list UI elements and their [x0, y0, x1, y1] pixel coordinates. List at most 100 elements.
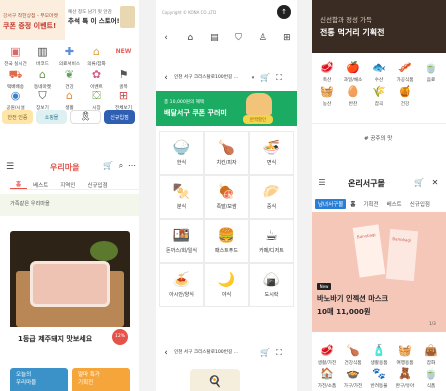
grid-item[interactable]: 🧺 여행용품	[392, 343, 418, 366]
category-chinese[interactable]: 🥟 중식	[249, 175, 294, 219]
location-dropdown-icon[interactable]: ▾	[250, 74, 256, 82]
banner-new-store[interactable]: 신규입점	[104, 110, 135, 124]
grid-item[interactable]: 🍵 식품	[418, 366, 444, 389]
bag-icon[interactable]: ⛶	[274, 347, 284, 358]
grid-item[interactable]: ⌂ 동네마켓	[29, 67, 56, 90]
tab-new[interactable]: 신규입점	[406, 200, 434, 208]
promo-card[interactable]: 예산 정도 남기 맛 안감 추석 특 이 스토어!	[66, 0, 139, 40]
bag-icon[interactable]: ⛶	[274, 72, 284, 83]
category-snack[interactable]: 🍢 분식	[159, 175, 204, 219]
promo-card-line2: 추석 특 이 스토어!	[68, 17, 120, 25]
grid-item[interactable]: 🍵 음료	[418, 60, 444, 83]
divider	[312, 123, 446, 124]
grid-item[interactable]: ⌂ 생활	[56, 88, 83, 111]
grid-item[interactable]: ⌂ 의류/잡화	[83, 44, 110, 67]
grid-item[interactable]: 🐟 수산	[366, 60, 392, 83]
grid-item[interactable]: ⛉ 장보기	[29, 88, 56, 111]
tab-event[interactable]: 기획전	[359, 200, 382, 208]
grid-item[interactable]: 🍎 과일/채소	[340, 60, 366, 83]
grid-item[interactable]: NEW	[110, 44, 137, 67]
banner-ribbon[interactable]: 🎗	[70, 110, 101, 124]
back-icon[interactable]: ‹	[162, 348, 170, 358]
grid-item[interactable]: ⛋ 시장	[83, 88, 110, 111]
grid-item[interactable]: 🐾 반려동물	[366, 366, 392, 389]
hero-banner[interactable]: 신선함과 정성 가득 전통 먹거리 기획전	[312, 0, 446, 53]
menu-icon[interactable]: ☰	[317, 178, 327, 188]
more-icon[interactable]: ⋯	[127, 161, 137, 171]
grid-item[interactable]: ❦ 건강	[56, 67, 83, 90]
category-noodle[interactable]: 🍜 면식	[249, 131, 294, 175]
back-icon[interactable]: ‹	[160, 32, 172, 44]
category-pork[interactable]: 🍖 족발/보쌈	[204, 175, 249, 219]
grid-item[interactable]: 🥓 가공식품	[392, 60, 418, 83]
coupon-banner[interactable]: 총 10,000원의 혜택 배달서구 쿠폰 꾸러미 반짝할인	[156, 91, 297, 126]
grid-item[interactable]: 🍲 가구/가전	[340, 366, 366, 389]
tab-local[interactable]: 지역인	[54, 181, 81, 189]
cart-icon[interactable]: 🛒	[260, 347, 270, 358]
scroll-top-icon[interactable]: ↑	[277, 5, 291, 19]
grid-item[interactable]: ⊞ 전체보기	[110, 88, 137, 111]
grid-item[interactable]: 🧴 생활용품	[366, 343, 392, 366]
next-card-left[interactable]: 오늘의 우리마을	[10, 368, 68, 391]
category-korean[interactable]: 🍚 한식	[159, 131, 204, 175]
tab-new[interactable]: 신규입점	[81, 181, 113, 189]
company-copyright: Copyright © KONA CO.,LTD	[162, 10, 217, 15]
box-icon: ▣	[10, 45, 21, 58]
category-cafe[interactable]: ☕ 카페/디저트	[249, 219, 294, 263]
mask-box-left: Banobagi	[352, 224, 386, 278]
doc-icon[interactable]: ▤	[208, 32, 220, 44]
grid-item[interactable]: 🥩 축산	[314, 60, 340, 83]
grid-item[interactable]: 🧺 농산	[314, 84, 340, 107]
grid-item[interactable]: 🏠 가전/소품	[314, 366, 340, 389]
category-fastfood[interactable]: 🍔 패스트푸드	[204, 219, 249, 263]
tab-home[interactable]: 홈	[346, 200, 359, 208]
grid-item[interactable]: 🍗 건강식품	[340, 343, 366, 366]
category-night[interactable]: 🌙 야식	[204, 263, 249, 307]
mall-logo[interactable]: 우리마을	[50, 163, 79, 172]
category-asian[interactable]: 🍝 아시안/양식	[159, 263, 204, 307]
mall-logo[interactable]: 온리서구몰	[348, 179, 385, 188]
grid-item[interactable]: ▣ 전국 실시간	[2, 44, 29, 67]
banner-mall[interactable]: 쇼핑몰	[36, 110, 67, 124]
menu-icon[interactable]: ☰	[5, 162, 15, 172]
tab-home[interactable]: 홈	[10, 180, 28, 189]
grid-item[interactable]: ⛟ 택배배송	[2, 67, 29, 90]
banner-certified[interactable]: 안전 인증	[2, 110, 33, 124]
basket-icon: 🧺	[320, 85, 334, 98]
grid-item[interactable]: 👜 잡화	[418, 343, 444, 366]
location-text[interactable]: 인천 서구 크리스탈로100번길 ...	[174, 350, 238, 355]
promo-banner[interactable]: 강서구 착한상점 - 부모마켓 쿠폰 증정 이벤트!	[0, 0, 65, 40]
box-brand: Banobagi	[356, 231, 376, 240]
grid-item[interactable]: 🌾 잡곡	[366, 84, 392, 107]
next-card-right[interactable]: 얼마 특가 기획전	[72, 368, 130, 391]
home-icon[interactable]: ⌂	[184, 32, 196, 44]
close-icon[interactable]: ✕	[430, 177, 440, 188]
grid-item[interactable]: ▥ 바코드	[29, 44, 56, 67]
grid-item[interactable]: ✿ 이벤트	[83, 67, 110, 90]
tab-best[interactable]: 베스트	[27, 181, 54, 189]
cart-icon[interactable]: ⛉	[233, 32, 245, 44]
cart-icon[interactable]: 🛒	[103, 161, 113, 171]
grid-item[interactable]: ✚ 의료서비스	[56, 44, 83, 67]
grid-item[interactable]: 🥩 생활/가전	[314, 343, 340, 366]
cart-icon[interactable]: 🛒	[260, 72, 270, 83]
grid-item[interactable]: 🍯 건강	[392, 84, 418, 107]
banner-row: 안전 인증 쇼핑몰 🎗 신규입점	[2, 110, 138, 124]
search-icon[interactable]: ⌕	[116, 161, 126, 171]
grid-item[interactable]: 🥚 반찬	[340, 84, 366, 107]
location-text[interactable]: 인천 서구 크리스탈로100번길 ...	[174, 75, 238, 80]
category-japanese[interactable]: 🍱 돈까스/회/일식	[159, 219, 204, 263]
tab-best[interactable]: 베스트	[383, 200, 406, 208]
category-chicken[interactable]: 🍗 치킨/피자	[204, 131, 249, 175]
back-icon[interactable]: ‹	[162, 73, 170, 83]
product-banner[interactable]: Banobagi Banobagi New 바노바기 인젝션 마스크 10매 1…	[312, 212, 446, 332]
grid-icon[interactable]: ⊞	[281, 32, 293, 44]
grid-item[interactable]: ⚑ 골목	[110, 67, 137, 90]
cart-icon[interactable]: 🛒	[414, 177, 424, 188]
category-lunchbox[interactable]: 🍙 도시락	[249, 263, 294, 307]
grid-item[interactable]: ◉ 공원/시설	[2, 88, 29, 111]
tab-region[interactable]: 남녀서구몰	[315, 199, 347, 209]
grid-item[interactable]: 🧸 완구/유아	[392, 366, 418, 389]
user-icon[interactable]: ♙	[257, 32, 269, 44]
product-card[interactable]: 1등급 제주돼지 맛보세요 12%	[10, 231, 130, 358]
